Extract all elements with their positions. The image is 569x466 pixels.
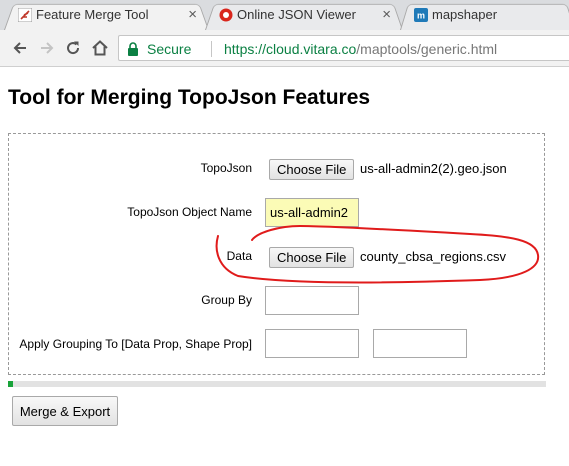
apply-grouping-label: Apply Grouping To [Data Prop, Shape Prop…: [19, 337, 252, 351]
tab-mapshaper[interactable]: m mapshaper: [400, 0, 569, 30]
browser-toolbar: Secure https://cloud.vitara.co/maptools/…: [0, 30, 569, 67]
page-title: Tool for Merging TopoJson Features: [8, 86, 371, 109]
url-text: https://cloud.vitara.co/maptools/generic…: [224, 36, 497, 62]
progress-bar: [8, 381, 546, 387]
data-label: Data: [226, 249, 252, 263]
url-host: https://cloud.vitara.co: [224, 41, 357, 57]
tab-online-json-viewer[interactable]: Online JSON Viewer ×: [205, 0, 403, 30]
topojson-label: TopoJson: [200, 161, 252, 175]
group-by-input[interactable]: [265, 286, 359, 315]
reload-icon[interactable]: [63, 38, 83, 58]
lock-icon: [128, 42, 138, 56]
topojson-choose-file-button[interactable]: Choose File: [269, 159, 355, 180]
tab-title: mapshaper: [432, 7, 498, 22]
url-path: /maptools/generic.html: [356, 41, 498, 57]
home-icon[interactable]: [90, 38, 110, 58]
svg-text:m: m: [417, 11, 425, 21]
topojson-object-name-input[interactable]: [265, 198, 359, 227]
tab-title: Feature Merge Tool: [36, 7, 149, 22]
feather-icon: [18, 8, 32, 22]
progress-bar-fill: [8, 381, 14, 387]
shape-prop-input[interactable]: [373, 329, 467, 358]
mapshaper-icon: m: [414, 8, 428, 22]
data-prop-input[interactable]: [265, 329, 359, 358]
merge-form: TopoJson Choose File us-all-admin2(2).ge…: [8, 133, 545, 375]
tab-feature-merge-tool[interactable]: Feature Merge Tool ×: [4, 0, 209, 30]
json-viewer-icon: [219, 8, 233, 22]
secure-label: Secure: [147, 41, 192, 57]
topojson-file-name: us-all-admin2(2).geo.json: [360, 161, 507, 176]
browser-tab-strip: Feature Merge Tool × Online JSON Viewer …: [0, 0, 569, 31]
group-by-label: Group By: [201, 293, 252, 307]
address-divider: [211, 41, 212, 57]
data-choose-file-button[interactable]: Choose File: [269, 247, 355, 268]
forward-arrow-icon[interactable]: [37, 38, 57, 58]
back-arrow-icon[interactable]: [10, 38, 30, 58]
topojson-object-name-label: TopoJson Object Name: [127, 205, 252, 219]
data-file-name: county_cbsa_regions.csv: [360, 249, 506, 264]
close-icon[interactable]: ×: [382, 0, 391, 30]
tab-title: Online JSON Viewer: [237, 7, 356, 22]
close-icon[interactable]: ×: [188, 0, 197, 30]
merge-export-button[interactable]: Merge & Export: [12, 396, 118, 426]
address-bar[interactable]: Secure https://cloud.vitara.co/maptools/…: [118, 35, 569, 61]
